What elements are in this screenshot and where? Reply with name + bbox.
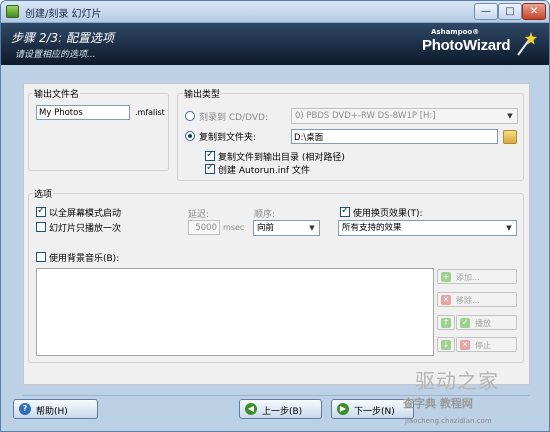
magic-wand-icon — [517, 32, 537, 56]
logo-brand: Ashampoo® — [431, 28, 480, 36]
chevron-down-icon: ▼ — [309, 224, 315, 232]
help-button[interactable]: ? 帮助(H) — [13, 399, 98, 419]
remove-icon: ✕ — [441, 295, 451, 305]
wizard-header: 步骤 2/3: 配置选项 请设置相应的选项... Ashampoo® Photo… — [1, 23, 549, 65]
play-music-label: 播放 — [475, 319, 491, 328]
step-subtitle: 请设置相应的选项... — [15, 50, 96, 60]
watermark-url: jiaocheng.chazidian.com — [405, 417, 492, 425]
transition-select-value: 所有支持的效果 — [342, 223, 402, 233]
autorun-label: 创建 Autorun.inf 文件 — [218, 166, 310, 176]
chevron-down-icon: ▼ — [507, 112, 513, 120]
output-name-group-label: 输出文件名 — [33, 87, 81, 100]
delay-label: 延迟: — [188, 210, 210, 220]
burn-cd-radio[interactable] — [185, 111, 195, 121]
arrow-up-icon: ↑ — [441, 318, 451, 328]
step-title: 步骤 2/3: 配置选项 — [11, 31, 114, 45]
burn-cd-label: 刻录到 CD/DVD: — [199, 113, 268, 123]
product-logo: Ashampoo® PhotoWizard — [419, 27, 539, 61]
order-select[interactable]: 向前 ▼ — [253, 220, 320, 236]
delay-input[interactable] — [188, 220, 220, 235]
maximize-button[interactable]: □ — [498, 3, 522, 20]
copy-folder-label: 复制到文件夹: — [199, 133, 257, 143]
order-label: 顺序: — [254, 210, 276, 220]
folder-path-input[interactable] — [291, 129, 498, 144]
window-title: 创建/刻录 幻灯片 — [25, 9, 102, 20]
copy-to-output-checkbox[interactable] — [205, 149, 215, 161]
play-once-label: 幻灯片只播放一次 — [49, 224, 122, 234]
chevron-down-icon: ▼ — [506, 224, 512, 232]
music-list[interactable] — [36, 268, 434, 356]
browse-folder-icon[interactable] — [503, 130, 517, 144]
move-up-button[interactable]: ↑ — [437, 315, 455, 330]
check-icon: ✓ — [460, 318, 470, 328]
stop-music-button[interactable]: ✕ 停止 — [456, 337, 517, 352]
order-select-value: 向前 — [257, 223, 275, 233]
fullscreen-checkbox[interactable] — [36, 205, 46, 217]
play-music-button[interactable]: ✓ 播放 — [456, 315, 517, 330]
drive-select[interactable]: 0) PBDS DVD+-RW DS-8W1P [H:] ▼ — [291, 108, 518, 124]
close-button[interactable]: ✕ — [522, 3, 546, 20]
options-group-label: 选项 — [33, 187, 54, 200]
music-checkbox[interactable] — [36, 252, 46, 262]
transition-label: 使用换页效果(T): — [353, 209, 423, 219]
autorun-checkbox[interactable] — [205, 162, 215, 174]
title-bar[interactable]: 创建/刻录 幻灯片 — □ ✕ — [1, 1, 549, 23]
transition-select[interactable]: 所有支持的效果 ▼ — [338, 220, 517, 236]
arrow-down-icon: ↓ — [441, 340, 451, 350]
output-name-input[interactable] — [36, 105, 130, 120]
watermark-brand: 驱动之家 — [415, 369, 499, 393]
delay-unit-label: msec — [223, 223, 245, 232]
music-label: 使用背景音乐(B): — [49, 254, 120, 264]
back-label: 上一步(B) — [262, 407, 303, 417]
transition-checkbox[interactable] — [340, 205, 350, 217]
minimize-button[interactable]: — — [474, 3, 498, 20]
add-music-button[interactable]: + 添加... — [437, 269, 517, 284]
drive-select-value: 0) PBDS DVD+-RW DS-8W1P [H:] — [295, 111, 436, 121]
logo-product: PhotoWizard — [422, 37, 511, 54]
app-icon — [6, 5, 19, 18]
output-extension-label: .mfalist — [135, 108, 165, 117]
watermark-site: 查字典 教程网 — [403, 397, 473, 410]
app-window: 创建/刻录 幻灯片 — □ ✕ 步骤 2/3: 配置选项 请设置相应的选项...… — [0, 0, 550, 432]
copy-folder-radio[interactable] — [185, 131, 195, 141]
remove-music-button[interactable]: ✕ 移除... — [437, 292, 517, 307]
add-icon: + — [441, 272, 451, 282]
move-down-button[interactable]: ↓ — [437, 337, 455, 352]
stop-icon: ✕ — [460, 340, 470, 350]
fullscreen-label: 以全屏幕模式启动 — [49, 209, 122, 219]
output-type-group-label: 输出类型 — [183, 87, 222, 100]
add-music-label: 添加... — [456, 273, 480, 282]
remove-music-label: 移除... — [456, 296, 480, 305]
play-once-checkbox[interactable] — [36, 222, 46, 232]
back-button[interactable]: ◀ 上一步(B) — [239, 399, 322, 419]
next-label: 下一步(N) — [354, 407, 395, 417]
copy-to-output-label: 复制文件到输出目录 (相对路径) — [218, 153, 345, 163]
stop-music-label: 停止 — [475, 341, 491, 350]
watermark: 驱动之家 查字典 教程网 jiaocheng.chazidian.com — [391, 359, 546, 431]
help-icon: ? — [19, 403, 31, 415]
arrow-right-icon: ▶ — [337, 403, 349, 415]
arrow-left-icon: ◀ — [245, 403, 257, 415]
help-label: 帮助(H) — [36, 407, 68, 417]
